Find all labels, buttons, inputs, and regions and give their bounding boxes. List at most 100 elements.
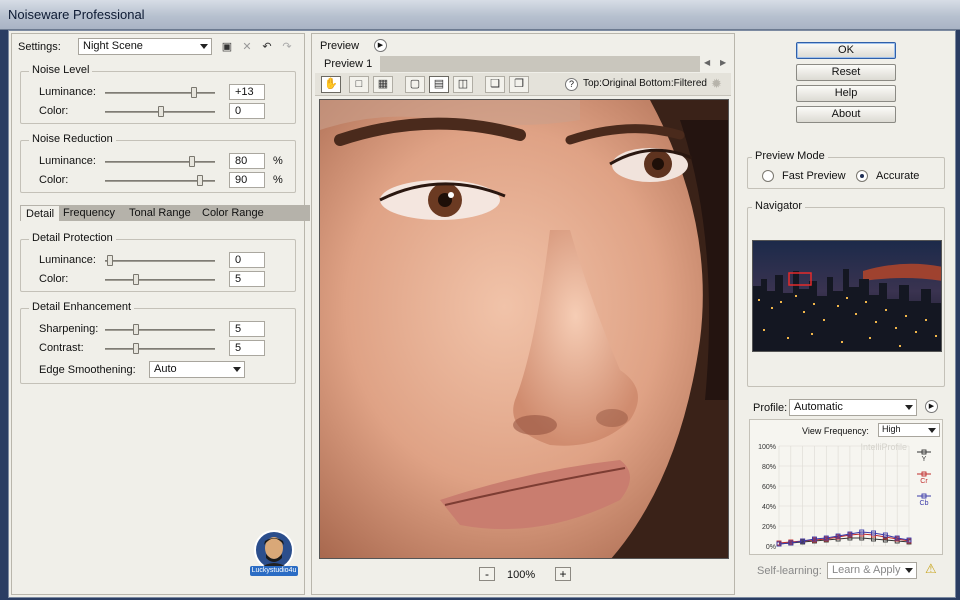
- sharpening-handle[interactable]: [133, 324, 139, 335]
- y-tick-label: 40%: [762, 504, 776, 511]
- marquee-icon[interactable]: □: [349, 76, 369, 93]
- chevron-down-icon: [200, 44, 208, 49]
- about-button[interactable]: About: [796, 106, 896, 123]
- preview-image[interactable]: [319, 99, 729, 559]
- noise-reduction-luminance-input[interactable]: 80: [229, 153, 265, 169]
- preview-toolbar: ✋ □ ▦ ▢ ▤ ◫ ❏ ❐ ? Top:Original Bottom:Fi…: [315, 73, 731, 96]
- profile-group: Profile: Automatic ▶ View Frequency: Hig…: [747, 399, 945, 591]
- duplicate-preview-icon[interactable]: ❐: [509, 76, 529, 93]
- noise-level-luminance-label: Luminance:: [39, 86, 96, 98]
- contrast-slider[interactable]: [105, 348, 215, 350]
- sharpening-label: Sharpening:: [39, 323, 99, 335]
- preview-mode-title: Preview Mode: [752, 150, 828, 162]
- noise-level-color-input[interactable]: 0: [229, 103, 265, 119]
- window-title: Noiseware Professional: [8, 7, 145, 22]
- y-tick-label: 20%: [762, 524, 776, 531]
- navigator-group: Navigator: [747, 200, 945, 387]
- contrast-input[interactable]: 5: [229, 340, 265, 356]
- noise-reduction-luminance-slider[interactable]: [105, 161, 215, 163]
- new-preview-icon[interactable]: ❏: [485, 76, 505, 93]
- single-view-icon[interactable]: ▢: [405, 76, 425, 93]
- detail-protection-color-label: Color:: [39, 273, 69, 285]
- noise-level-color-handle[interactable]: [158, 106, 164, 117]
- y-tick-label: 60%: [762, 484, 776, 491]
- noise-reduction-color-input[interactable]: 90: [229, 172, 265, 188]
- noise-level-color-label: Color:: [39, 105, 69, 117]
- accurate-label: Accurate: [876, 170, 920, 182]
- help-button[interactable]: Help: [796, 85, 896, 102]
- tab-detail[interactable]: Detail: [20, 205, 61, 221]
- play-icon[interactable]: ▶: [374, 39, 387, 52]
- detail-enhancement-group: Detail Enhancement Sharpening: 5 Contras…: [20, 301, 296, 384]
- profile-play-icon[interactable]: ▶: [925, 400, 938, 413]
- tab-color-range[interactable]: Color Range: [197, 205, 269, 221]
- view-frequency-select[interactable]: High: [878, 423, 940, 437]
- delete-icon[interactable]: ✕: [238, 39, 256, 55]
- detail-protection-luminance-input[interactable]: 0: [229, 252, 265, 268]
- settings-value: Night Scene: [83, 40, 143, 52]
- chart-watermark: IntelliProfile: [860, 442, 907, 452]
- tab-next-icon[interactable]: ▶: [720, 58, 726, 67]
- navigator-title: Navigator: [752, 200, 806, 212]
- watermark-avatar: Luckystudio4u: [250, 530, 298, 580]
- noise-level-luminance-input[interactable]: +13: [229, 84, 265, 100]
- sharpening-input[interactable]: 5: [229, 321, 265, 337]
- contrast-handle[interactable]: [133, 343, 139, 354]
- help-circle-icon[interactable]: ?: [565, 78, 578, 91]
- view-frequency-label: View Frequency:: [802, 426, 869, 436]
- accurate-radio[interactable]: [856, 170, 868, 182]
- profile-select[interactable]: Automatic: [789, 399, 917, 416]
- noise-reduction-group: Noise Reduction Luminance: 80 % Color: 9…: [20, 133, 296, 193]
- refresh-icon[interactable]: ✹: [711, 76, 722, 92]
- tab-frequency[interactable]: Frequency: [58, 205, 120, 221]
- chevron-down-icon: [905, 405, 913, 410]
- detail-protection-color-slider[interactable]: [105, 279, 215, 281]
- detail-enhancement-title: Detail Enhancement: [29, 301, 135, 313]
- save-icon[interactable]: ▣: [218, 39, 236, 55]
- edge-smoothening-select[interactable]: Auto: [149, 361, 245, 378]
- tab-prev-icon[interactable]: ◀: [704, 58, 710, 67]
- settings-tabs: Detail Frequency Tonal Range Color Range: [20, 205, 310, 221]
- sharpening-slider[interactable]: [105, 329, 215, 331]
- title-bar: Noiseware Professional: [0, 0, 960, 30]
- detail-protection-title: Detail Protection: [29, 232, 116, 244]
- marquee-add-icon[interactable]: ▦: [373, 76, 393, 93]
- noise-reduction-luminance-label: Luminance:: [39, 155, 96, 167]
- self-learning-select[interactable]: Learn & Apply: [827, 562, 917, 579]
- preview-tab[interactable]: Preview 1: [316, 56, 700, 72]
- redo-icon[interactable]: ↷: [278, 39, 296, 55]
- split-vertical-icon[interactable]: ◫: [453, 76, 473, 93]
- fast-preview-label: Fast Preview: [782, 170, 846, 182]
- noise-level-luminance-slider[interactable]: [105, 92, 215, 94]
- detail-protection-group: Detail Protection Luminance: 0 Color: 5: [20, 232, 296, 292]
- settings-panel: Settings: Night Scene ▣ ✕ ↶ ↷ Noise Leve…: [11, 33, 310, 595]
- warning-icon[interactable]: ⚠: [925, 561, 937, 577]
- legend-label-cb: Cb: [920, 500, 929, 507]
- self-learning-label: Self-learning:: [757, 565, 822, 577]
- noise-reduction-color-handle[interactable]: [197, 175, 203, 186]
- zoom-in-button[interactable]: +: [555, 567, 571, 581]
- undo-icon[interactable]: ↶: [258, 39, 276, 55]
- ok-button[interactable]: OK: [796, 42, 896, 59]
- detail-protection-luminance-handle[interactable]: [107, 255, 113, 266]
- zoom-out-button[interactable]: -: [479, 567, 495, 581]
- noise-level-title: Noise Level: [29, 64, 93, 76]
- settings-select[interactable]: Night Scene: [78, 38, 212, 55]
- main-window: Settings: Night Scene ▣ ✕ ↶ ↷ Noise Leve…: [8, 30, 956, 598]
- hand-tool-icon[interactable]: ✋: [321, 76, 341, 93]
- fast-preview-radio[interactable]: [762, 170, 774, 182]
- view-frequency-value: High: [882, 424, 901, 434]
- chevron-down-icon: [928, 428, 936, 433]
- noise-level-luminance-handle[interactable]: [191, 87, 197, 98]
- reset-button[interactable]: Reset: [796, 64, 896, 81]
- preview-tab-label: Preview 1: [316, 56, 381, 72]
- noise-reduction-luminance-handle[interactable]: [189, 156, 195, 167]
- split-horizontal-icon[interactable]: ▤: [429, 76, 449, 93]
- edge-smoothening-label: Edge Smoothening:: [39, 364, 136, 376]
- detail-protection-color-handle[interactable]: [133, 274, 139, 285]
- tab-tonal-range[interactable]: Tonal Range: [124, 205, 196, 221]
- noise-level-group: Noise Level Luminance: +13 Color: 0: [20, 64, 296, 124]
- detail-protection-color-input[interactable]: 5: [229, 271, 265, 287]
- navigator-thumbnail[interactable]: [752, 240, 942, 352]
- detail-protection-luminance-slider[interactable]: [105, 260, 215, 262]
